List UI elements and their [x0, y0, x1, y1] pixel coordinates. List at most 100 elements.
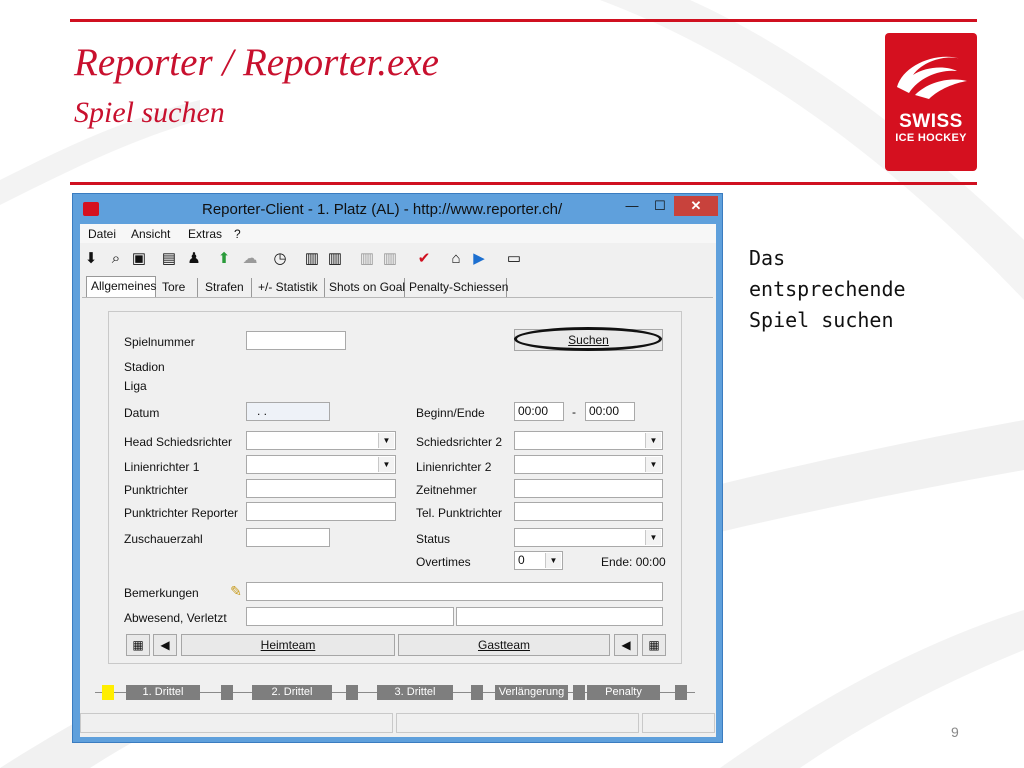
linienrichter1-label: Linienrichter 1: [124, 460, 200, 474]
tab-shots-on-goal[interactable]: Shots on Goal: [325, 278, 405, 297]
period-penalty[interactable]: Penalty: [587, 685, 660, 700]
lineup-disabled-icon[interactable]: ▥: [357, 249, 377, 269]
minimize-button[interactable]: —: [618, 196, 646, 216]
swoosh-logo-icon: [897, 56, 967, 99]
download-icon[interactable]: ⬇: [81, 249, 101, 269]
tel-punktrichter-input[interactable]: [514, 502, 663, 521]
abwesend-heim-input[interactable]: [246, 607, 454, 626]
punktrichter-reporter-input[interactable]: [246, 502, 396, 521]
beginn-ende-separator: -: [572, 405, 576, 419]
side-note: Das entsprechende Spiel suchen: [749, 243, 906, 336]
checkmark-icon[interactable]: ✔: [414, 249, 434, 269]
zuschauerzahl-input[interactable]: [246, 528, 330, 547]
ende-input[interactable]: 00:00: [585, 402, 635, 421]
home-speaker-button[interactable]: ◀: [153, 634, 177, 656]
title-divider: [70, 182, 977, 185]
period-marker-active[interactable]: [102, 685, 114, 700]
home-roster-button[interactable]: ▦: [126, 634, 150, 656]
tab-tore[interactable]: Tore: [158, 278, 198, 297]
note-line: Das: [749, 246, 786, 270]
app-logo-icon: [83, 202, 99, 216]
period-2-drittel[interactable]: 2. Drittel: [252, 685, 332, 700]
period-marker[interactable]: [675, 685, 687, 700]
period-marker[interactable]: [471, 685, 483, 700]
lineup2-icon[interactable]: ▥: [325, 249, 345, 269]
overtimes-select[interactable]: 0 ▼: [514, 551, 563, 570]
schiedsrichter2-label: Schiedsrichter 2: [416, 435, 503, 449]
players-icon[interactable]: ♟: [184, 249, 204, 269]
linienrichter2-label: Linienrichter 2: [416, 460, 492, 474]
search-icon[interactable]: ⌕: [106, 249, 126, 269]
status-label: Status: [416, 532, 451, 546]
datum-label: Datum: [124, 406, 160, 420]
clipboard-icon[interactable]: ▤: [159, 249, 179, 269]
abwesend-gast-input[interactable]: [456, 607, 663, 626]
chevron-down-icon: ▼: [645, 457, 661, 472]
highlight-ellipse: [514, 327, 662, 351]
tab-strafen[interactable]: Strafen: [201, 278, 252, 297]
schiedsrichter2-select[interactable]: ▼: [514, 431, 663, 450]
away-speaker-button[interactable]: ◀: [614, 634, 638, 656]
liga-label: Liga: [124, 379, 147, 393]
gastteam-label: Gastteam: [477, 638, 531, 652]
period-3-drittel[interactable]: 3. Drittel: [377, 685, 453, 700]
punktrichter-input[interactable]: [246, 479, 396, 498]
linienrichter2-select[interactable]: ▼: [514, 455, 663, 474]
linienrichter1-select[interactable]: ▼: [246, 455, 396, 474]
window-title: Reporter-Client - 1. Platz (AL) - http:/…: [202, 201, 563, 218]
swiss-ice-hockey-logo: SWISS ICE HOCKEY: [885, 33, 977, 171]
slide-title: Reporter / Reporter.exe: [74, 41, 439, 84]
beginn-ende-label: Beginn/Ende: [416, 406, 485, 420]
spielnummer-label: Spielnummer: [124, 335, 195, 349]
away-roster-button[interactable]: ▦: [642, 634, 666, 656]
youtube-icon[interactable]: ▶: [469, 249, 489, 269]
zeitnehmer-input[interactable]: [514, 479, 663, 498]
lineup2-disabled-icon[interactable]: ▥: [380, 249, 400, 269]
home-icon[interactable]: ⌂: [446, 249, 466, 269]
period-marker[interactable]: [221, 685, 233, 700]
spielnummer-input[interactable]: [246, 331, 346, 350]
cloud-icon[interactable]: ☁: [240, 249, 260, 269]
tab-strip: Allgemeines Tore Strafen +/- Statistik S…: [80, 276, 716, 298]
tab-penalty-schiessen[interactable]: Penalty-Schiessen: [405, 278, 508, 297]
chevron-down-icon: ▼: [545, 553, 561, 568]
zeitnehmer-label: Zeitnehmer: [416, 483, 477, 497]
head-schiedsrichter-label: Head Schiedsrichter: [124, 435, 233, 449]
tv-icon[interactable]: ▭: [504, 249, 524, 269]
menu-extras[interactable]: Extras: [188, 227, 222, 241]
period-marker[interactable]: [346, 685, 358, 700]
upload-icon[interactable]: ⬆: [214, 249, 234, 269]
tab-plusminus-statistik[interactable]: +/- Statistik: [254, 278, 325, 297]
bemerkungen-input[interactable]: [246, 582, 663, 601]
heimteam-button[interactable]: Heimteam: [181, 634, 395, 656]
chevron-down-icon: ▼: [378, 433, 394, 448]
status-select[interactable]: ▼: [514, 528, 663, 547]
menu-ansicht[interactable]: Ansicht: [131, 227, 170, 241]
abwesend-verletzt-label: Abwesend, Verletzt: [124, 611, 227, 625]
menu-help[interactable]: ?: [234, 227, 241, 241]
tab-allgemeines[interactable]: Allgemeines: [86, 276, 156, 298]
menu-datei[interactable]: Datei: [88, 227, 116, 241]
period-1-drittel[interactable]: 1. Drittel: [126, 685, 200, 700]
note-line: Spiel suchen: [749, 308, 894, 332]
head-schiedsrichter-select[interactable]: ▼: [246, 431, 396, 450]
status-bar-cell: [80, 713, 393, 733]
chevron-down-icon: ▼: [645, 530, 661, 545]
page-number: 9: [951, 724, 959, 740]
datum-field[interactable]: . .: [246, 402, 330, 421]
beginn-input[interactable]: 00:00: [514, 402, 564, 421]
close-button[interactable]: ✕: [674, 196, 718, 216]
status-bar-cell: [396, 713, 639, 733]
slide-subtitle: Spiel suchen: [74, 96, 225, 129]
gastteam-button[interactable]: Gastteam: [398, 634, 610, 656]
zuschauerzahl-label: Zuschauerzahl: [124, 532, 203, 546]
period-verlaengerung[interactable]: Verlängerung: [495, 685, 568, 700]
edit-note-icon[interactable]: ✎: [226, 581, 246, 601]
maximize-button[interactable]: ☐: [646, 196, 674, 216]
stopwatch-icon[interactable]: ◷: [270, 249, 290, 269]
period-marker[interactable]: [573, 685, 585, 700]
bemerkungen-label: Bemerkungen: [124, 586, 199, 600]
window-titlebar[interactable]: Reporter-Client - 1. Platz (AL) - http:/…: [73, 194, 722, 224]
lineup-icon[interactable]: ▥: [302, 249, 322, 269]
save-icon[interactable]: ▣: [129, 249, 149, 269]
